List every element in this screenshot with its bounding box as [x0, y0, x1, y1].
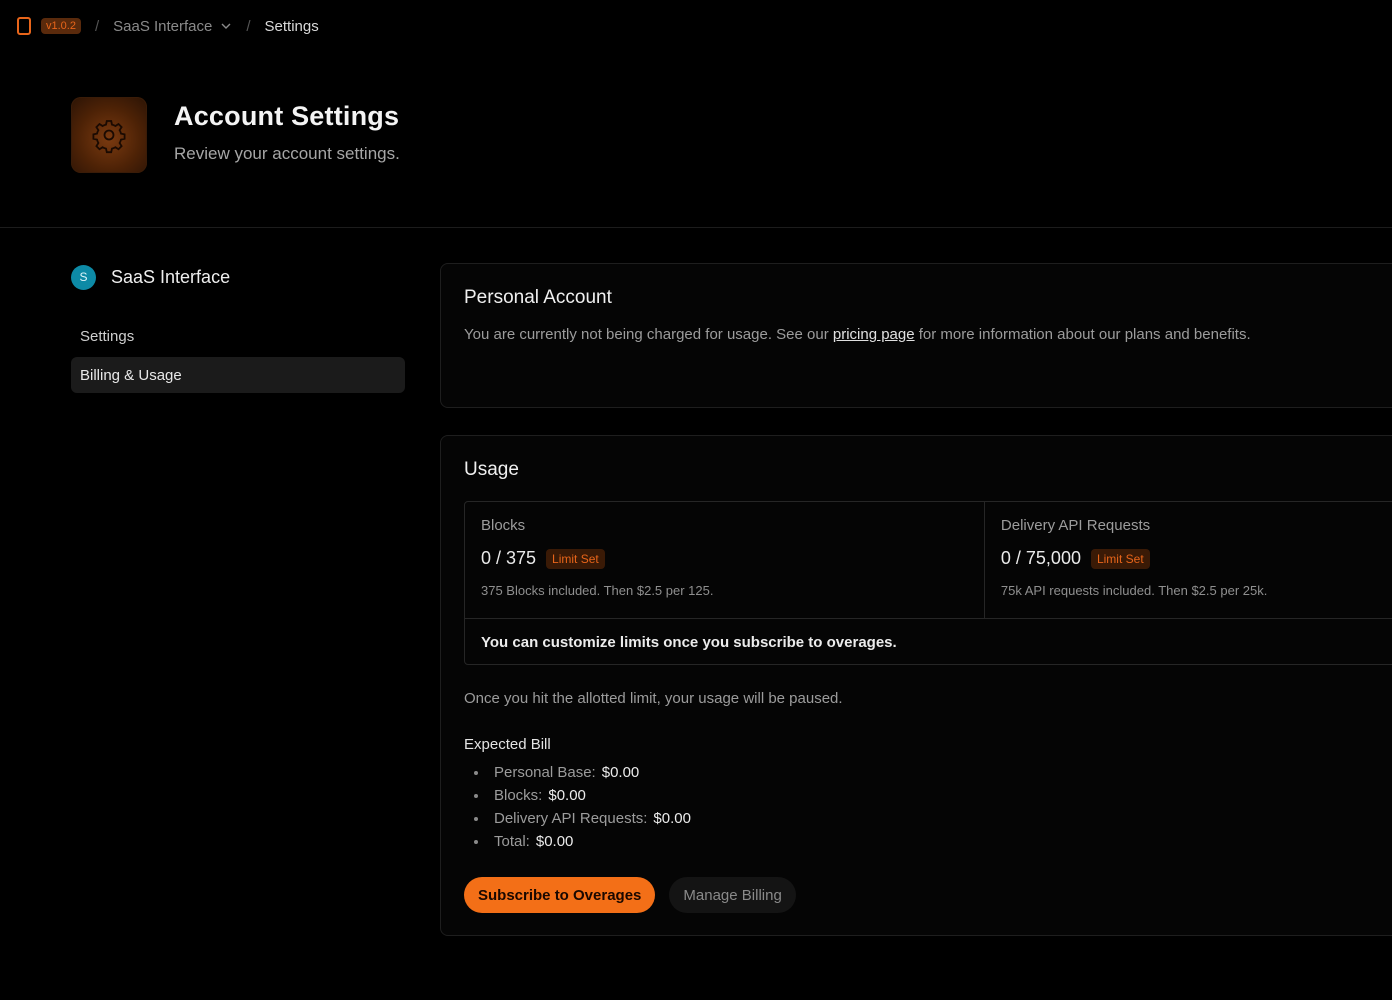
usage-value: 0 / 375 — [481, 548, 537, 568]
personal-account-title: Personal Account — [464, 287, 612, 308]
top-bar: v1.0.2 / SaaS Interface / Settings — [0, 0, 1392, 52]
header-icon-tile — [71, 97, 147, 173]
gear-icon — [92, 120, 126, 154]
description-text: for more information about our plans and… — [914, 326, 1251, 343]
bill-key: Delivery API Requests: — [494, 810, 648, 827]
bill-value: $0.00 — [535, 833, 574, 850]
usage-value: 0 / 75,000 — [1000, 548, 1081, 568]
usage-note: 375 Blocks included. Then $2.5 per 125. — [481, 583, 714, 598]
sidebar-item-settings[interactable]: Settings — [71, 318, 405, 354]
usage-note: 75k API requests included. Then $2.5 per… — [1000, 583, 1268, 598]
pause-note: Once you hit the allotted limit, your us… — [464, 690, 843, 707]
bill-value: $0.00 — [601, 764, 640, 781]
personal-account-card: Personal Account You are currently not b… — [440, 263, 1392, 408]
bill-key: Blocks: — [494, 787, 543, 804]
breadcrumb-project-label: SaaS Interface — [113, 17, 213, 35]
bill-key: Personal Base: — [494, 764, 596, 781]
chevron-down-icon — [221, 23, 231, 29]
manage-billing-button[interactable]: Manage Billing — [669, 877, 796, 913]
breadcrumb-separator: / — [94, 17, 100, 35]
limit-set-badge: Limit Set — [546, 548, 605, 569]
version-badge: v1.0.2 — [41, 18, 81, 34]
usage-label: Blocks — [481, 517, 526, 534]
bill-value: $0.00 — [548, 787, 586, 804]
expected-bill-title: Expected Bill — [464, 736, 551, 753]
bill-key: Total: — [494, 833, 530, 850]
header-divider — [0, 227, 1392, 228]
workspace-switcher[interactable]: S SaaS Interface — [71, 262, 405, 292]
limit-set-badge: Limit Set — [1090, 548, 1150, 569]
customize-limits-note: You can customize limits once you subscr… — [481, 633, 897, 651]
avatar: S — [71, 264, 96, 290]
page-title: Account Settings — [174, 101, 400, 131]
breadcrumb-separator: / — [246, 17, 251, 35]
personal-account-description: You are currently not being charged for … — [464, 323, 1264, 346]
list-item: Blocks: $0.00 — [474, 784, 691, 807]
list-item: Delivery API Requests: $0.00 — [474, 807, 691, 830]
app-icon[interactable] — [17, 17, 31, 35]
expected-bill-list: Personal Base: $0.00 Blocks: $0.00 Deliver… — [474, 761, 691, 853]
billing-actions: Subscribe to Overages Manage Billing — [464, 877, 796, 913]
usage-card: Usage Blocks 0 / 375 Limit Set 375 Block… — [440, 435, 1392, 936]
sidebar-nav: Settings Billing & Usage — [71, 318, 405, 393]
usage-title: Usage — [464, 459, 519, 480]
usage-label: Delivery API Requests — [1000, 517, 1151, 534]
usage-cell-blocks: Blocks 0 / 375 Limit Set 375 Blocks incl… — [465, 502, 984, 618]
pricing-page-link[interactable]: pricing page — [833, 326, 915, 343]
list-item: Total: $0.00 — [474, 830, 691, 853]
page-subtitle: Review your account settings. — [174, 144, 400, 163]
sidebar-item-billing-usage[interactable]: Billing & Usage — [71, 357, 405, 393]
list-item: Personal Base: $0.00 — [474, 761, 691, 784]
workspace-name: SaaS Interface — [111, 266, 231, 287]
page-header: Account Settings Review your account set… — [71, 97, 771, 177]
description-text: You are currently not being charged for … — [464, 326, 833, 343]
bill-value: $0.00 — [653, 810, 691, 827]
usage-summary: Blocks 0 / 375 Limit Set 375 Blocks incl… — [464, 501, 1392, 665]
sidebar: S SaaS Interface Settings Billing & Usag… — [71, 262, 405, 396]
subscribe-overages-button[interactable]: Subscribe to Overages — [464, 877, 656, 913]
breadcrumb-project[interactable]: SaaS Interface — [113, 18, 232, 35]
usage-cell-delivery-api: Delivery API Requests 0 / 75,000 Limit S… — [983, 502, 1392, 618]
breadcrumb-current: Settings — [264, 17, 319, 35]
